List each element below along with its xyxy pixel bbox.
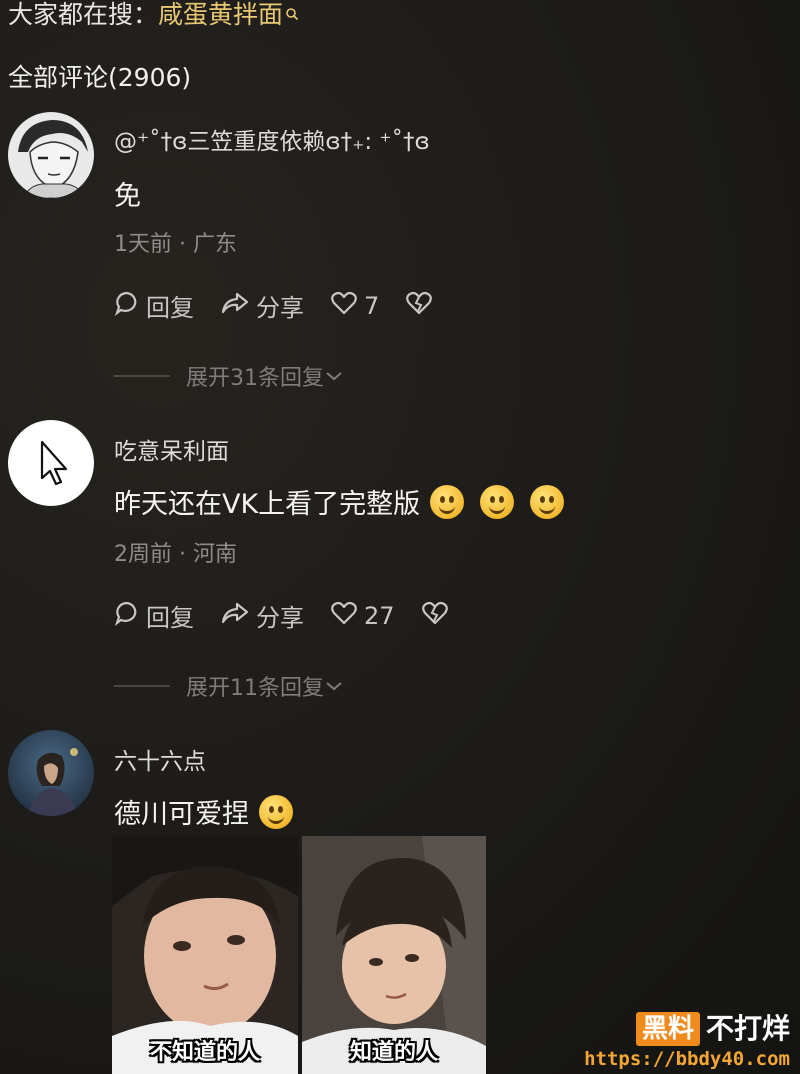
smile-emoji-icon: [430, 485, 465, 519]
meme-panel-right[interactable]: 知道的人: [302, 836, 486, 1074]
chevron-down-icon: [324, 674, 344, 699]
broken-heart-icon: [405, 290, 439, 322]
chevron-down-icon: [324, 364, 344, 389]
comment-content: 昨天还在VK上看了完整版: [114, 489, 421, 520]
reply-label: 回复: [146, 604, 194, 632]
heart-icon: [330, 290, 364, 322]
divider: [114, 375, 170, 377]
comment-actions: 回复 分享 27: [114, 598, 481, 633]
watermark-text: 不打烊: [705, 1012, 790, 1045]
meme-caption: 不知道的人: [149, 1040, 261, 1065]
expand-replies-label: 展开11条回复: [186, 676, 324, 701]
hot-search-prefix: 大家都在搜：: [8, 0, 159, 29]
divider: [114, 685, 170, 687]
heart-icon: [330, 600, 364, 632]
cursor-icon: [40, 440, 68, 486]
reply-icon: [114, 290, 146, 322]
comment-content: 德川可爱捏: [114, 799, 249, 830]
meme-panel-left[interactable]: 不知道的人: [112, 836, 298, 1074]
smile-emoji-icon: [480, 485, 515, 519]
comment-actions: 回复 分享 7: [114, 288, 465, 323]
meme-caption: 知道的人: [349, 1040, 439, 1065]
dislike-button[interactable]: [421, 600, 455, 632]
share-button[interactable]: 分享: [220, 598, 304, 633]
like-count: 7: [364, 291, 380, 320]
reply-label: 回复: [146, 294, 194, 322]
comment-meta: 2周前 · 河南: [114, 542, 237, 567]
share-label: 分享: [256, 604, 304, 632]
hot-search-term[interactable]: 咸蛋黄拌面: [158, 0, 283, 29]
like-button[interactable]: 27: [330, 600, 395, 632]
share-icon: [220, 290, 256, 322]
comment-username[interactable]: @⁺˚†ɞ三笠重度依赖ɞ†₊: ⁺˚†ɞ: [114, 122, 430, 156]
dislike-button[interactable]: [405, 290, 439, 322]
comment-content-row: 昨天还在VK上看了完整版: [114, 482, 565, 521]
avatar[interactable]: [8, 730, 94, 816]
reply-button[interactable]: 回复: [114, 288, 194, 323]
expand-replies-button[interactable]: 展开31条回复: [114, 360, 344, 392]
expand-replies-button[interactable]: 展开11条回复: [114, 670, 344, 702]
broken-heart-icon: [421, 600, 455, 632]
comment-content-row: 德川可爱捏: [114, 792, 293, 831]
reply-button[interactable]: 回复: [114, 598, 194, 633]
watermark-badge: 黑料: [635, 1012, 700, 1046]
comment-meta: 1天前 · 广东: [114, 232, 237, 257]
watermark-url: https://bbdy40.com: [584, 1048, 790, 1070]
reply-icon: [114, 600, 146, 632]
avatar[interactable]: [8, 112, 94, 198]
comments-total: 全部评论(2906): [8, 63, 192, 92]
comment-content: 免: [114, 181, 141, 212]
watermark: 黑料 不打烊 https://bbdy40.com: [584, 1012, 790, 1070]
comment-username[interactable]: 六十六点: [114, 742, 206, 776]
search-icon[interactable]: [285, 0, 299, 28]
like-count: 27: [364, 601, 395, 630]
share-button[interactable]: 分享: [220, 288, 304, 323]
like-button[interactable]: 7: [330, 290, 379, 322]
share-label: 分享: [256, 294, 304, 322]
smile-emoji-icon: [530, 485, 565, 519]
avatar[interactable]: [8, 420, 94, 506]
share-icon: [220, 600, 256, 632]
grin-emoji-icon: [259, 795, 293, 829]
hot-search-bar[interactable]: 大家都在搜：咸蛋黄拌面: [8, 0, 299, 30]
expand-replies-label: 展开31条回复: [186, 366, 324, 391]
comment-username[interactable]: 吃意呆利面: [114, 432, 229, 466]
